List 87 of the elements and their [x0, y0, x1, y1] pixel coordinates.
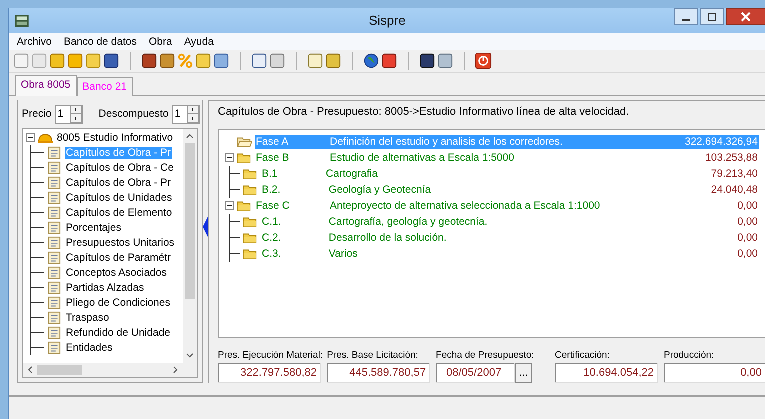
table-row[interactable]: C.2. Desarrollo de la solución. 0,00 [261, 230, 759, 245]
table-row[interactable]: Fase B Estudio de alternativas a Escala 1:5000 103.253,88 [255, 150, 759, 165]
minimize-icon [682, 18, 690, 20]
menu-item[interactable]: Banco de datos [58, 36, 143, 48]
collapse-arrow-icon[interactable] [203, 214, 208, 238]
amount-cell: 0,00 [738, 232, 758, 244]
maximize-button[interactable] [700, 8, 724, 25]
close-icon [741, 12, 751, 22]
menu-item[interactable]: Ayuda [178, 36, 220, 48]
tree-item[interactable]: Traspaso [65, 312, 110, 324]
maximize-icon [707, 12, 717, 22]
field-label: Pres. Base Licitación: [327, 350, 420, 361]
spin-field[interactable]: 1 [172, 104, 200, 124]
panel-heading: Capítulos de Obra - Presupuesto: 8005->Estudio Informativo línea de alta velocidad. [218, 106, 630, 120]
spin-arrows-icon [70, 105, 82, 123]
window-title: Sispre [369, 13, 406, 28]
field-label: Certificación: [555, 350, 611, 361]
tree-item[interactable]: Capítulos de Obra - Pr [65, 176, 172, 188]
description-cell-text: Desarrollo de la solución. [328, 232, 448, 244]
code-cell-text: Fase B [256, 152, 290, 164]
description-cell-text: Cartografia [326, 168, 379, 180]
description-cell-text: Geología y Geotecnía [328, 184, 432, 196]
code-cell-text: C.1. [262, 216, 282, 228]
tree-item[interactable]: Capítulos de Unidades [65, 192, 174, 204]
spin-field[interactable]: 1 [54, 104, 83, 124]
tree-item[interactable]: 8005 Estudio Informativo [56, 132, 174, 144]
value-field[interactable]: 08/05/2007 [436, 363, 516, 383]
field-label: Fecha de Presupuesto: [436, 350, 536, 361]
description-cell-text: Definición del estudio y analisis de los corredores. [330, 136, 564, 148]
table-row[interactable]: B.2. Geología y Geotecnía 24.040,48 [261, 182, 759, 197]
amount-cell: 0,00 [738, 216, 758, 228]
code-cell-text: B.2. [262, 184, 282, 196]
table-row[interactable]: B.1 Cartografia 79.213,40 [261, 166, 759, 181]
close-button[interactable] [726, 8, 765, 25]
minimize-button[interactable] [674, 8, 698, 25]
code-cell-text: C.2. [262, 232, 282, 244]
app-icon [15, 14, 29, 26]
value-field[interactable]: 0,00 [664, 363, 765, 383]
scroll-up-icon[interactable] [186, 133, 194, 139]
amount-cell: 0,00 [738, 200, 758, 212]
scroll-left-icon[interactable] [27, 366, 33, 374]
tree-item[interactable]: Capítulos de Obra - Ce [65, 162, 175, 174]
field-label: Producción: [664, 350, 716, 361]
vertical-scrollbar[interactable] [183, 129, 197, 363]
power-icon[interactable] [475, 52, 492, 70]
table-row[interactable]: C.1. Cartografía, geología y geotecnía. 0,00 [261, 214, 759, 229]
tree-item[interactable]: Pliego de Condiciones [65, 296, 172, 308]
scroll-right-icon[interactable] [173, 366, 179, 374]
code-cell-text: Fase A [256, 136, 290, 148]
globe-icon[interactable] [363, 52, 380, 70]
date-picker-button[interactable]: ... [515, 363, 532, 383]
tree-item[interactable]: Porcentajes [65, 222, 122, 234]
tree-item[interactable]: Presupuestos Unitarios [65, 236, 176, 248]
table-row[interactable]: C.3. Varios 0,00 [261, 246, 759, 261]
code-cell-text: C.3. [262, 248, 282, 260]
description-cell-text: Varios [328, 248, 359, 260]
spin-arrows-icon [186, 105, 199, 123]
amount-cell: 322.694.326,94 [685, 136, 758, 148]
description-cell-text: Anteproyecto de alternativa seleccionada a Escala 1:1000 [330, 200, 602, 212]
field-label: Descompuesto [98, 108, 169, 120]
table-row[interactable]: Fase C Anteproyecto de alternativa seleccionada a Escala 1:1000 0,00 [255, 198, 759, 213]
code-cell-text: B.1 [262, 168, 279, 180]
scrollbar-thumb[interactable] [37, 365, 82, 375]
tree-item[interactable]: Conceptos Asociados [65, 266, 168, 278]
scrollbar-thumb[interactable] [185, 143, 195, 299]
amount-cell: 24.040,48 [711, 184, 758, 196]
value-field[interactable]: 322.797.580,82 [218, 363, 321, 383]
scroll-down-icon[interactable] [186, 353, 194, 359]
tree-item[interactable]: Capítulos de Elemento [65, 206, 174, 218]
menu-item[interactable]: Obra [143, 36, 178, 48]
tree-item[interactable]: Partidas Alzadas [65, 282, 146, 294]
tree-item[interactable]: Entidades [65, 342, 114, 354]
amount-cell: 103.253,88 [705, 152, 758, 164]
description-cell-text: Estudio de alternativas a Escala 1:5000 [330, 152, 516, 164]
menu-item[interactable]: Archivo [11, 36, 58, 48]
code-cell-text: Fase C [256, 200, 291, 212]
amount-cell: 79.213,40 [711, 168, 758, 180]
tree-item[interactable]: Refundido de Unidade [65, 326, 172, 338]
value-field[interactable]: 10.694.054,22 [555, 363, 658, 383]
field-label: Pres. Ejecución Material: [218, 350, 324, 361]
field-label: Precio [22, 108, 52, 120]
horizontal-scrollbar[interactable] [23, 363, 197, 377]
description-cell-text: Cartografía, geología y geotecnía. [328, 216, 489, 228]
tree-item[interactable]: Capítulos de Paramétr [65, 252, 172, 264]
amount-cell: 0,00 [738, 248, 758, 260]
value-field[interactable]: 445.589.780,57 [327, 363, 430, 383]
tab[interactable]: Obra 8005 [15, 75, 77, 96]
